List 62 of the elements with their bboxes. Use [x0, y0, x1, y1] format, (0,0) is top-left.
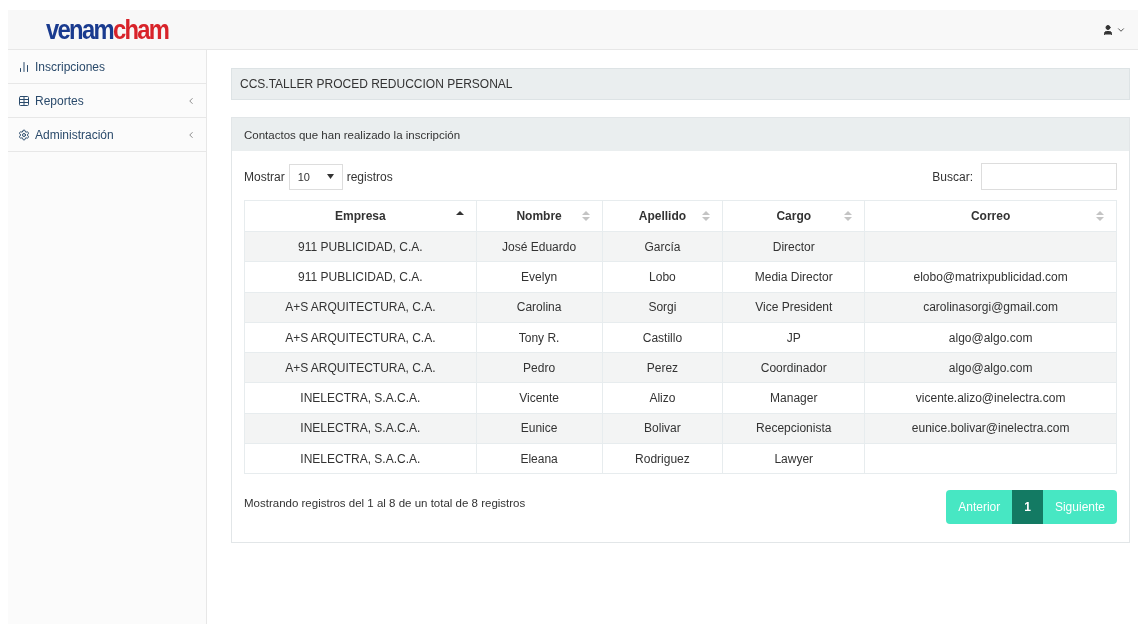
- table-cell: elobo@matrixpublicidad.com: [864, 261, 1117, 293]
- table-cell: Vicente: [476, 383, 602, 414]
- table-cell: Eleana: [476, 443, 602, 474]
- table-cell: 911 PUBLICIDAD, C.A.: [244, 231, 477, 262]
- table-cell: Bolivar: [602, 413, 723, 444]
- table-cell: Alizo: [602, 383, 723, 414]
- column-header[interactable]: Apellido: [602, 200, 723, 232]
- table-cell: Pedro: [476, 352, 602, 383]
- column-header[interactable]: Nombre: [476, 200, 602, 232]
- column-header[interactable]: Cargo: [722, 200, 865, 232]
- table-cell: A+S ARQUITECTURA, C.A.: [244, 352, 477, 383]
- table-cell: Tony R.: [476, 322, 602, 353]
- table-cell: Castillo: [602, 322, 723, 353]
- table-cell: Recepcionista: [722, 413, 865, 444]
- table-cell: INELECTRA, S.A.C.A.: [244, 443, 477, 474]
- sidebar-item[interactable]: Administración: [8, 118, 206, 152]
- sidebar-item[interactable]: Reportes: [8, 84, 206, 118]
- show-label: Mostrar: [244, 169, 285, 184]
- table-cell: García: [602, 231, 723, 262]
- dropdown-arrow-icon: [326, 174, 334, 179]
- column-header[interactable]: Empresa: [244, 200, 477, 232]
- table-cell: Perez: [602, 352, 723, 383]
- panel-heading: Contactos que han realizado la inscripción: [232, 118, 1129, 151]
- page-title: CCS.TALLER PROCED REDUCCION PERSONAL: [231, 68, 1130, 100]
- table-cell: Rodriguez: [602, 443, 723, 474]
- table-cell: algo@algo.com: [864, 322, 1117, 353]
- records-label: registros: [346, 169, 393, 184]
- table-cell: Media Director: [722, 261, 865, 293]
- table-cell: Evelyn: [476, 261, 602, 293]
- table-cell: Director: [722, 231, 865, 262]
- table-icon: [18, 94, 30, 107]
- column-header[interactable]: Correo: [864, 200, 1117, 232]
- user-icon: [1102, 23, 1114, 36]
- search-field[interactable]: [981, 163, 1117, 190]
- table-cell: 911 PUBLICIDAD, C.A.: [244, 261, 477, 293]
- logo[interactable]: venamcham: [46, 15, 169, 44]
- table-cell: vicente.alizo@inelectra.com: [864, 383, 1117, 414]
- table-cell: INELECTRA, S.A.C.A.: [244, 413, 477, 444]
- table-cell: Manager: [722, 383, 865, 414]
- table-cell: eunice.bolivar@inelectra.com: [864, 413, 1117, 444]
- table-cell: Eunice: [476, 413, 602, 444]
- table-cell: José Eduardo: [476, 231, 602, 262]
- table-info: Mostrando registros del 1 al 8 de un total de 8 registros: [244, 497, 526, 510]
- table-cell: carolinasorgi@gmail.com: [864, 292, 1117, 323]
- sidebar-item[interactable]: Inscripciones: [8, 50, 206, 84]
- search-label: Buscar:: [932, 169, 973, 184]
- table-cell: Lobo: [602, 261, 723, 293]
- pagination-button[interactable]: 1: [1012, 490, 1043, 525]
- table-cell: algo@algo.com: [864, 352, 1117, 383]
- table-cell: JP: [722, 322, 865, 353]
- table-cell: Lawyer: [722, 443, 865, 474]
- table-cell: Vice President: [722, 292, 865, 323]
- table-cell: INELECTRA, S.A.C.A.: [244, 383, 477, 414]
- table-cell: Sorgi: [602, 292, 723, 323]
- table-cell: Carolina: [476, 292, 602, 323]
- page-length-select[interactable]: 10: [288, 163, 343, 190]
- bar-chart-icon: [18, 60, 30, 73]
- table-cell: Coordinador: [722, 352, 865, 383]
- settings-icon: [18, 128, 30, 141]
- user-menu-button[interactable]: [1102, 23, 1126, 36]
- table-cell: A+S ARQUITECTURA, C.A.: [244, 292, 477, 323]
- table-cell: A+S ARQUITECTURA, C.A.: [244, 322, 477, 353]
